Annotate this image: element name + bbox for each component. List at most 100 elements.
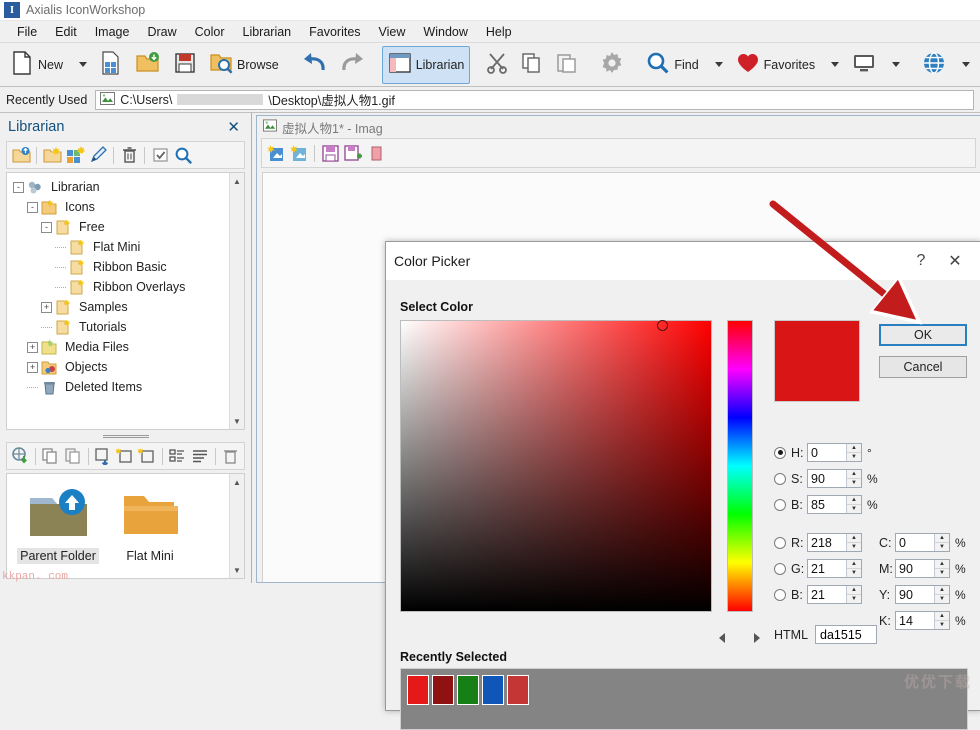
hue-slider[interactable] (727, 320, 753, 612)
menu-edit[interactable]: Edit (46, 22, 86, 42)
favorites-button[interactable]: Favorites (730, 46, 821, 84)
tree-node-tutorials[interactable]: Tutorials (9, 317, 242, 337)
brightness-spinner[interactable]: ▲▼ (807, 495, 862, 514)
new-layer-alt-icon[interactable] (289, 143, 309, 163)
blue-radio[interactable] (774, 588, 786, 601)
tree-node-free[interactable]: - Free (9, 217, 242, 237)
undo-button[interactable] (295, 46, 333, 84)
menu-image[interactable]: Image (86, 22, 139, 42)
tree-node-deleted-items[interactable]: Deleted Items (9, 377, 242, 397)
black-spinner[interactable]: ▲▼ (895, 611, 950, 630)
display-dropdown[interactable] (883, 46, 906, 84)
browse-vertical-scrollbar[interactable]: ▲ ▼ (229, 474, 244, 578)
copy-icon[interactable] (41, 446, 60, 466)
recent-swatch-2[interactable] (457, 675, 479, 705)
new-dropdown[interactable] (70, 46, 93, 84)
tree-node-icons[interactable]: - Icons (9, 197, 242, 217)
new-library-icon[interactable] (65, 145, 85, 165)
green-radio[interactable] (774, 562, 786, 575)
ok-button[interactable]: OK (879, 324, 967, 346)
spin-down-icon[interactable]: ▼ (847, 505, 861, 513)
list-item[interactable]: Flat Mini (109, 486, 191, 564)
globe-download-icon[interactable] (11, 446, 30, 466)
hue-radio[interactable] (774, 446, 786, 459)
menu-view[interactable]: View (370, 22, 415, 42)
copy-button[interactable] (515, 46, 549, 84)
tree-node-objects[interactable]: + Objects (9, 357, 242, 377)
blue-input[interactable] (808, 586, 846, 603)
rename-pencil-icon[interactable] (88, 145, 108, 165)
recent-swatch-1[interactable] (432, 675, 454, 705)
redo-button[interactable] (334, 46, 372, 84)
expand-icon[interactable]: + (27, 361, 38, 373)
save-icon[interactable] (320, 143, 340, 163)
new-item-alt-icon[interactable] (138, 446, 157, 466)
spin-up-icon[interactable]: ▲ (935, 560, 949, 569)
spin-up-icon[interactable]: ▲ (935, 534, 949, 543)
delete-trash-icon[interactable] (119, 145, 139, 165)
spin-down-icon[interactable]: ▼ (935, 595, 949, 603)
spin-up-icon[interactable]: ▲ (847, 496, 861, 505)
menu-help[interactable]: Help (477, 22, 521, 42)
saturation-spinner[interactable]: ▲▼ (807, 469, 862, 488)
dock-splitter-handle[interactable] (0, 430, 251, 442)
hue-input[interactable] (808, 444, 846, 461)
cyan-spinner[interactable]: ▲▼ (895, 533, 950, 552)
close-icon[interactable]: ✕ (224, 118, 243, 136)
spin-up-icon[interactable]: ▲ (847, 444, 861, 453)
save-as-icon[interactable] (343, 143, 363, 163)
recently-selected-panel[interactable] (400, 668, 968, 730)
html-hex-input[interactable] (816, 627, 877, 642)
new-from-image-button[interactable] (94, 46, 128, 84)
new-button[interactable]: New (4, 46, 69, 84)
tree-node-flat-mini[interactable]: Flat Mini (9, 237, 242, 257)
paste-button[interactable] (550, 46, 584, 84)
delete-trash-icon[interactable] (221, 446, 240, 466)
brightness-input[interactable] (808, 496, 846, 513)
tree-node-librarian[interactable]: - Librarian (9, 177, 242, 197)
find-dropdown[interactable] (706, 46, 729, 84)
paste-icon[interactable] (63, 446, 82, 466)
web-button[interactable] (916, 46, 952, 84)
tree-node-ribbon-basic[interactable]: Ribbon Basic (9, 257, 242, 277)
spin-down-icon[interactable]: ▼ (935, 543, 949, 551)
close-icon[interactable]: ✕ (938, 246, 972, 276)
expand-icon[interactable]: + (41, 301, 52, 313)
yellow-input[interactable] (896, 586, 934, 603)
spin-down-icon[interactable]: ▼ (847, 543, 861, 551)
new-item-icon[interactable] (115, 446, 135, 466)
save-button[interactable] (168, 46, 202, 84)
menu-file[interactable]: File (8, 22, 46, 42)
magenta-input[interactable] (896, 560, 934, 577)
recently-used-path-field[interactable]: C:\Users\ \Desktop\虚拟人物1.gif (95, 89, 974, 110)
cyan-input[interactable] (896, 534, 934, 551)
yellow-spinner[interactable]: ▲▼ (895, 585, 950, 604)
spin-up-icon[interactable]: ▲ (847, 586, 861, 595)
magenta-spinner[interactable]: ▲▼ (895, 559, 950, 578)
sort-icon[interactable] (168, 446, 187, 466)
cancel-button[interactable]: Cancel (879, 356, 967, 378)
collapse-icon[interactable]: - (13, 181, 24, 193)
html-hex-field[interactable] (815, 625, 878, 644)
import-image-icon[interactable] (94, 446, 113, 466)
brightness-radio[interactable] (774, 498, 786, 511)
browse-button[interactable]: Browse (203, 46, 285, 84)
recent-swatch-3[interactable] (482, 675, 504, 705)
new-layer-icon[interactable] (266, 143, 286, 163)
tree-vertical-scrollbar[interactable]: ▲ ▼ (229, 173, 244, 429)
green-input[interactable] (808, 560, 846, 577)
help-icon[interactable]: ? (904, 246, 938, 276)
menu-window[interactable]: Window (414, 22, 476, 42)
spin-down-icon[interactable]: ▼ (935, 569, 949, 577)
open-library-folder-icon[interactable] (42, 145, 62, 165)
blue-spinner[interactable]: ▲▼ (807, 585, 862, 604)
display-button[interactable] (846, 46, 882, 84)
sv-cursor[interactable] (657, 320, 668, 331)
menu-favorites[interactable]: Favorites (300, 22, 369, 42)
search-magnifier-icon[interactable] (173, 145, 193, 165)
menu-color[interactable]: Color (186, 22, 234, 42)
spin-down-icon[interactable]: ▼ (847, 595, 861, 603)
select-checkbox-icon[interactable] (150, 145, 170, 165)
spin-up-icon[interactable]: ▲ (847, 470, 861, 479)
recent-swatch-0[interactable] (407, 675, 429, 705)
